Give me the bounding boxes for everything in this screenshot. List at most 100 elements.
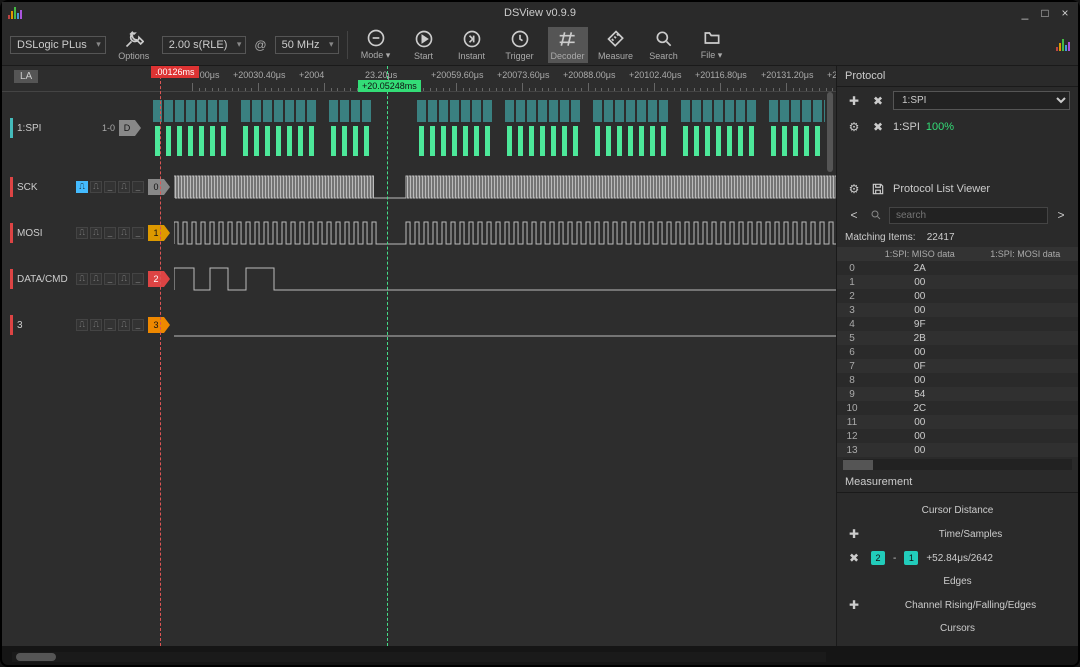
time-ruler[interactable]: LA .00126ms +20.05248ms +20016.00μs+2003…: [2, 66, 836, 92]
waveform-track[interactable]: [174, 302, 836, 348]
col-miso[interactable]: 1:SPI: MISO data: [867, 249, 973, 259]
list-viewer-title: Protocol List Viewer: [893, 183, 990, 195]
table-row[interactable]: 954: [837, 387, 1078, 401]
cursor-marker-1[interactable]: .00126ms: [151, 66, 199, 78]
table-row[interactable]: 800: [837, 373, 1078, 387]
main-toolbar: DSLogic PLus Options 2.00 s(RLE) @ 50 MH…: [2, 24, 1078, 66]
waveform-track[interactable]: [174, 164, 836, 210]
cursor-line-2[interactable]: [387, 66, 388, 646]
channel-label[interactable]: MOSI: [2, 223, 72, 243]
waveform-track[interactable]: [174, 256, 836, 302]
search-icon-small: [867, 206, 885, 224]
remove-protocol-button[interactable]: ✖: [869, 92, 887, 110]
col-mosi[interactable]: 1:SPI: MOSI data: [973, 249, 1079, 259]
table-hscroll[interactable]: [843, 459, 1072, 470]
instant-button[interactable]: Instant: [452, 27, 492, 63]
trigger-widget[interactable]: ⎍⎍_⎍_: [76, 319, 144, 331]
table-row[interactable]: 02A: [837, 261, 1078, 275]
maximize-button[interactable]: □: [1038, 6, 1052, 20]
waveform-track[interactable]: [145, 92, 836, 164]
table-row[interactable]: 1100: [837, 415, 1078, 429]
channel-label[interactable]: 3: [2, 315, 72, 335]
table-row[interactable]: 70F: [837, 359, 1078, 373]
channel-index-badge[interactable]: 1: [148, 225, 164, 241]
decoder-icon: [558, 29, 578, 49]
start-button[interactable]: Start: [404, 27, 444, 63]
ruler-tick-label: +20116.80μs: [695, 70, 747, 80]
protocol-search-input[interactable]: [889, 207, 1048, 224]
app-logo: [8, 7, 22, 19]
table-row[interactable]: 600: [837, 345, 1078, 359]
measure-icon: [606, 29, 626, 49]
save-icon: [871, 182, 885, 196]
table-row[interactable]: 100: [837, 275, 1078, 289]
device-select[interactable]: DSLogic PLus: [10, 36, 106, 54]
cursor-marker-2[interactable]: +20.05248ms: [358, 80, 421, 92]
close-button[interactable]: ×: [1058, 6, 1072, 20]
ruler-tick-label: +20030.40μs: [233, 70, 285, 80]
listviewer-settings-button[interactable]: ⚙: [845, 180, 863, 198]
table-row[interactable]: 200: [837, 289, 1078, 303]
protocol-settings-button[interactable]: ⚙: [845, 118, 863, 136]
sample-rate-select[interactable]: 50 MHz: [275, 36, 339, 54]
table-row[interactable]: 52B: [837, 331, 1078, 345]
search-back-button[interactable]: <: [845, 206, 863, 224]
table-row[interactable]: 1300: [837, 443, 1078, 457]
protocol-data-table: 1:SPI: MISO data 1:SPI: MOSI data 02A100…: [837, 247, 1078, 457]
mode-button[interactable]: Mode ▾: [356, 26, 396, 63]
waveform-vscroll[interactable]: [826, 92, 834, 645]
options-button[interactable]: Options: [114, 27, 154, 63]
measurement-title: Measurement: [837, 472, 1078, 493]
cursor-line-1[interactable]: [160, 66, 161, 646]
ruler-tick-label: +20073.60μs: [497, 70, 549, 80]
ruler-tick-label: +20088.00μs: [563, 70, 615, 80]
at-icon: @: [254, 38, 266, 52]
ruler-tick-label: +20131.20μs: [761, 70, 813, 80]
decoder-button[interactable]: Decoder: [548, 27, 588, 63]
file-button[interactable]: File ▾: [692, 26, 732, 63]
file-icon: [702, 28, 722, 48]
la-tag: LA: [14, 70, 38, 83]
channel-index-badge[interactable]: 2: [148, 271, 164, 287]
sample-depth-select[interactable]: 2.00 s(RLE): [162, 36, 247, 54]
waveform-track[interactable]: [174, 210, 836, 256]
table-row[interactable]: 1200: [837, 429, 1078, 443]
cursor-chip-a[interactable]: 2: [871, 551, 885, 565]
channel-label[interactable]: 1:SPI: [2, 118, 72, 138]
listviewer-save-button[interactable]: [869, 180, 887, 198]
edges-title: Edges: [845, 576, 1070, 587]
measure-button[interactable]: Measure: [596, 27, 636, 63]
ruler-tick-label: +20059.60μs: [431, 70, 483, 80]
table-row[interactable]: 49F: [837, 317, 1078, 331]
add-protocol-button[interactable]: ✚: [845, 92, 863, 110]
timeline-scrollbar[interactable]: [12, 652, 826, 662]
channel-row: 1:SPI1-0D: [2, 92, 836, 164]
titlebar: DSView v0.9.9 _ □ ×: [2, 2, 1078, 24]
channel-index-badge[interactable]: 0: [148, 179, 164, 195]
search-icon: [654, 29, 674, 49]
add-cursor-distance-button[interactable]: ✚: [845, 525, 863, 543]
trigger-widget[interactable]: ⎍⎍_⎍_: [76, 227, 144, 239]
table-row[interactable]: 300: [837, 303, 1078, 317]
protocol-entry-pct: 100%: [926, 121, 954, 133]
waveform-view[interactable]: LA .00126ms +20.05248ms +20016.00μs+2003…: [2, 66, 836, 646]
channel-index-badge[interactable]: D: [119, 120, 135, 136]
table-row[interactable]: 102C: [837, 401, 1078, 415]
app-logo-right: [1056, 39, 1070, 51]
minimize-button[interactable]: _: [1018, 6, 1032, 20]
cursor-chip-b[interactable]: 1: [904, 551, 918, 565]
protocol-delete-button[interactable]: ✖: [869, 118, 887, 136]
trigger-widget[interactable]: ⎍⎍_⎍_: [76, 181, 144, 193]
channel-label[interactable]: SCK: [2, 177, 72, 197]
trigger-widget[interactable]: ⎍⎍_⎍_: [76, 273, 144, 285]
search-button[interactable]: Search: [644, 27, 684, 63]
add-edges-button[interactable]: ✚: [845, 596, 863, 614]
protocol-select[interactable]: 1:SPI: [893, 91, 1070, 110]
search-forward-button[interactable]: >: [1052, 206, 1070, 224]
channel-index-badge[interactable]: 3: [148, 317, 164, 333]
protocol-title: Protocol: [837, 66, 1078, 87]
remove-cursor-distance-button[interactable]: ✖: [845, 549, 863, 567]
instant-icon: [462, 29, 482, 49]
trigger-button[interactable]: Trigger: [500, 27, 540, 63]
channel-label[interactable]: DATA/CMD: [2, 269, 72, 289]
